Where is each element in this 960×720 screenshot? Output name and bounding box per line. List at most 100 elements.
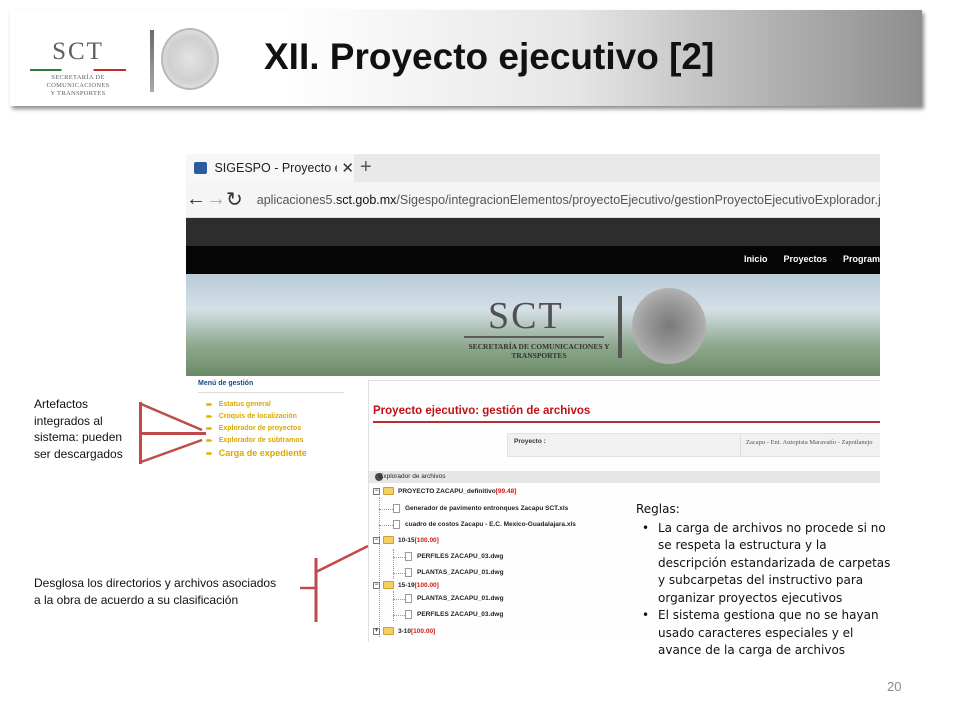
file-icon bbox=[405, 610, 412, 619]
tree-percent: [100.00] bbox=[411, 627, 436, 635]
tree-connector bbox=[393, 591, 394, 621]
file-icon bbox=[405, 568, 412, 577]
sct-logo: SCT SECRETARÍA DE COMUNICACIONES Y TRANS… bbox=[22, 38, 134, 98]
banner-rule bbox=[464, 336, 604, 338]
tree-folder[interactable]: − 15-19 [100.00] bbox=[373, 581, 439, 589]
sct-logo-text: SCT bbox=[52, 38, 104, 65]
note-line: ser descargados bbox=[34, 446, 123, 461]
site-nav-program[interactable]: Program bbox=[843, 254, 880, 264]
menu-item-label: Explorador de proyectos bbox=[218, 425, 302, 432]
seal-divider bbox=[150, 30, 154, 92]
note-desglosa: Desglosa los directorios y archivos asoc… bbox=[34, 575, 276, 608]
tree-label: PERFILES ZACAPU_03.dwg bbox=[417, 611, 504, 618]
rules-heading: Reglas: bbox=[636, 502, 680, 516]
browser-tab[interactable]: SIGESPO - Proyecto ejec ✕ bbox=[186, 154, 354, 182]
file-icon bbox=[405, 552, 412, 561]
panel-divider bbox=[373, 421, 880, 423]
collapse-toggle-icon[interactable]: − bbox=[373, 581, 380, 589]
callout-arrows bbox=[140, 402, 203, 464]
tree-percent: [100.00] bbox=[414, 581, 439, 589]
tree-connector bbox=[393, 557, 405, 558]
rules-list: La carga de archivos no procede si no se… bbox=[636, 520, 898, 660]
banner-divider bbox=[618, 296, 622, 358]
tree-label: 10-15 bbox=[398, 536, 415, 544]
menu-divider bbox=[198, 392, 344, 393]
menu-item-estatus[interactable]: ➨ Estatus general bbox=[206, 400, 271, 409]
sct-logo-line3: Y TRANSPORTES bbox=[50, 90, 106, 97]
rule-item: El sistema gestiona que no se hayan usad… bbox=[636, 607, 898, 660]
menu-item-subtramos[interactable]: ➨ Explorador de subtramos bbox=[206, 436, 304, 445]
callout-line bbox=[140, 438, 203, 464]
new-tab-icon[interactable]: + bbox=[360, 156, 372, 179]
project-divider bbox=[740, 434, 741, 456]
slide-title: XII. Proyecto ejecutivo [2] bbox=[264, 36, 715, 77]
tree-percent: [99.48] bbox=[495, 487, 517, 495]
tree-connector bbox=[393, 573, 405, 574]
tree-file[interactable]: PERFILES ZACAPU_03.dwg bbox=[405, 552, 503, 561]
back-icon[interactable]: ← bbox=[186, 188, 206, 211]
sct-logo-line1: SECRETARÍA DE bbox=[51, 74, 105, 81]
tree-folder[interactable]: − 10-15 [100.00] bbox=[373, 536, 439, 544]
menu-item-label: Croquis de localización bbox=[218, 413, 297, 420]
url-domain: sct.gob.mx bbox=[335, 192, 397, 207]
menu-item-croquis[interactable]: ➨ Croquis de localización bbox=[206, 412, 297, 421]
expand-toggle-icon[interactable]: + bbox=[373, 627, 380, 635]
collapse-toggle-icon[interactable]: − bbox=[373, 536, 380, 544]
site-banner: SCT SECRETARÍA DE COMUNICACIONES Y TRANS… bbox=[186, 274, 880, 376]
tree-folder-root[interactable]: − PROYECTO ZACAPU_definitivo [99.48] bbox=[373, 487, 516, 495]
tree-file[interactable]: PLANTAS_ZACAPU_01.dwg bbox=[405, 594, 504, 603]
sct-logo-line2: COMUNICACIONES bbox=[46, 82, 110, 89]
tree-file[interactable]: Generador de pavimento entronques Zacapu… bbox=[393, 504, 568, 513]
tree-connector bbox=[393, 549, 394, 579]
tab-title: SIGESPO - Proyecto ejec bbox=[214, 161, 337, 175]
note-line: a la obra de acuerdo a su clasificación bbox=[34, 592, 239, 607]
address-bar[interactable]: aplicaciones5.sct.gob.mx/Sigespo/integra… bbox=[257, 193, 880, 207]
tree-label: PROYECTO ZACAPU_definitivo bbox=[398, 487, 496, 495]
menu-item-label: Explorador de subtramos bbox=[218, 437, 304, 444]
menu-item-proyectos[interactable]: ➨ Explorador de proyectos bbox=[206, 424, 301, 433]
national-seal-icon bbox=[161, 28, 219, 90]
sct-logo-rule bbox=[30, 69, 126, 71]
folder-icon bbox=[383, 627, 394, 635]
forward-icon[interactable]: → bbox=[206, 188, 226, 211]
page-number: 20 bbox=[887, 679, 902, 694]
tree-label: Generador de pavimento entronques Zacapu… bbox=[405, 505, 569, 512]
favicon-icon bbox=[194, 162, 208, 174]
folder-icon bbox=[383, 581, 394, 589]
site-nav-proyectos[interactable]: Proyectos bbox=[783, 254, 827, 264]
project-label: Proyecto : bbox=[514, 438, 546, 445]
note-artefactos: Artefactos integrados al sistema: pueden… bbox=[34, 396, 123, 462]
menu-item-label: Carga de expediente bbox=[218, 448, 307, 458]
callout-arrows-tree bbox=[300, 544, 369, 622]
national-seal-box bbox=[145, 18, 223, 104]
tree-file[interactable]: cuadro de costos Zacapu - E.C. Mexico-Gu… bbox=[393, 520, 576, 529]
note-line: sistema: pueden bbox=[34, 430, 123, 444]
banner-subtitle: SECRETARÍA DE COMUNICACIONES Y TRANSPORT… bbox=[468, 342, 610, 360]
menu-item-carga[interactable]: ➨ Carga de expediente bbox=[206, 448, 307, 458]
note-line: Artefactos bbox=[34, 397, 89, 411]
site-nav-inicio[interactable]: Inicio bbox=[744, 254, 768, 264]
collapse-toggle-icon[interactable]: − bbox=[373, 487, 380, 495]
tree-connector bbox=[379, 525, 393, 526]
callout-line bbox=[140, 402, 203, 432]
refresh-icon[interactable]: ↻ bbox=[226, 187, 243, 212]
tree-label: 3-10 bbox=[398, 627, 412, 635]
menu-title: Menú de gestión bbox=[198, 380, 254, 387]
menu-item-label: Estatus general bbox=[218, 401, 271, 408]
tree-label: PLANTAS_ZACAPU_01.dwg bbox=[417, 569, 504, 576]
project-field: Proyecto : Zacapu - Ent. Autopista Marav… bbox=[507, 433, 880, 457]
tree-file[interactable]: PERFILES ZACAPU_03.dwg bbox=[405, 610, 503, 619]
tab-strip: SIGESPO - Proyecto ejec ✕ + bbox=[186, 154, 880, 182]
folder-icon bbox=[383, 536, 394, 544]
tree-label: PLANTAS_ZACAPU_01.dwg bbox=[417, 595, 504, 602]
explorer-title: Explorador de archivos bbox=[379, 473, 446, 480]
tree-connector bbox=[379, 497, 380, 637]
tree-connector bbox=[379, 509, 393, 510]
tab-close-icon[interactable]: ✕ bbox=[341, 159, 354, 177]
callout-line bbox=[315, 544, 369, 574]
file-icon bbox=[393, 504, 400, 513]
tree-label: cuadro de costos Zacapu - E.C. Mexico-Gu… bbox=[405, 521, 576, 528]
url-path: /Sigespo/integracionElementos/proyectoEj… bbox=[396, 192, 880, 207]
tree-file[interactable]: PLANTAS_ZACAPU_01.dwg bbox=[405, 568, 504, 577]
tree-folder[interactable]: + 3-10 [100.00] bbox=[373, 627, 435, 635]
